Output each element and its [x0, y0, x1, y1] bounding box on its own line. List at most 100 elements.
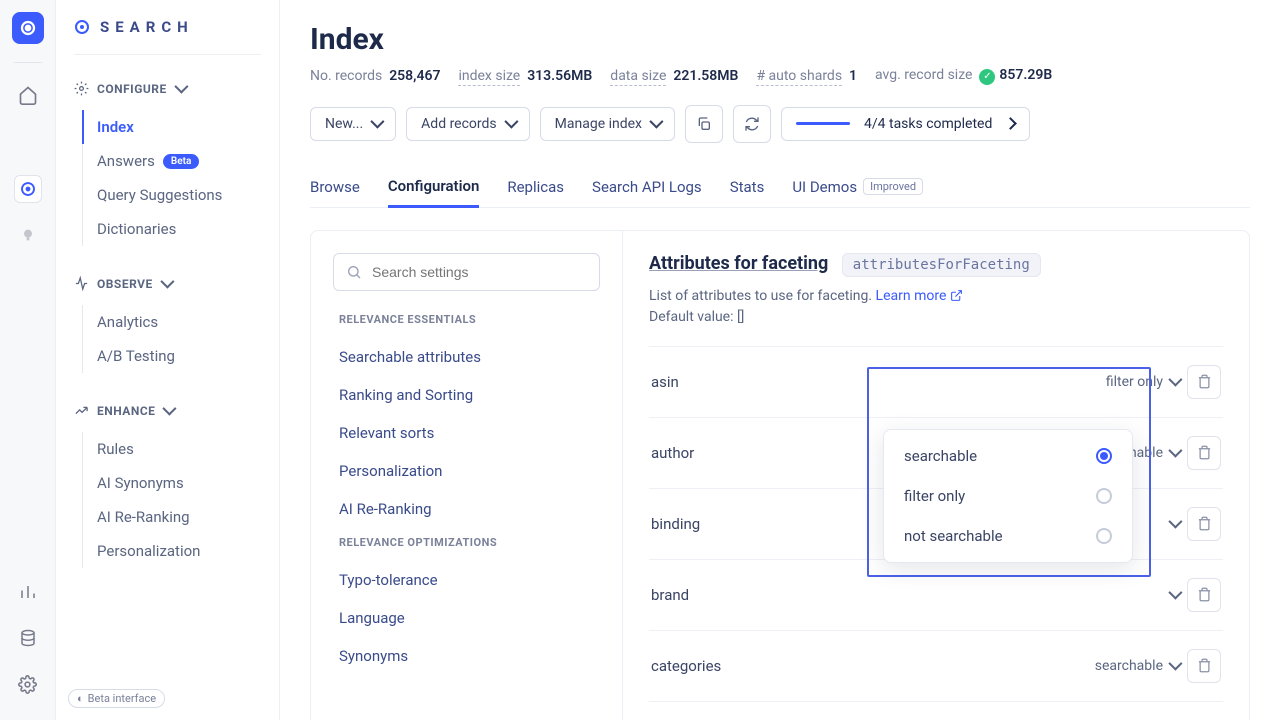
settings-item[interactable]: Searchable attributes — [333, 338, 600, 376]
page-title: Index — [310, 22, 1250, 57]
nav-item[interactable]: Personalization — [83, 534, 279, 568]
database-icon[interactable] — [14, 624, 42, 652]
manage-index-button[interactable]: Manage index — [540, 107, 675, 141]
tasks-status[interactable]: 4/4 tasks completed — [781, 107, 1030, 141]
tab[interactable]: Replicas — [507, 167, 564, 207]
facet-mode-select[interactable]: filter only — [1106, 374, 1179, 390]
main-content: Index No. records 258,467 index size 313… — [280, 0, 1280, 720]
facet-panel: Attributes for faceting attributesForFac… — [623, 231, 1249, 720]
facet-code: attributesForFaceting — [842, 253, 1041, 277]
chevron-down-icon — [371, 116, 381, 132]
learn-more-link[interactable]: Learn more — [876, 288, 963, 304]
facet-row: asin filter only — [649, 346, 1223, 418]
product-brand: SEARCH — [56, 18, 279, 54]
facet-row: brand — [649, 560, 1223, 631]
facet-description: List of attributes to use for faceting. … — [649, 286, 1223, 328]
side-navigation: SEARCH CONFIGURE IndexAnswersBetaQuery S… — [56, 0, 280, 720]
app-rail — [0, 0, 56, 720]
chevron-down-icon — [1169, 516, 1179, 532]
delete-icon[interactable] — [1187, 436, 1221, 470]
settings-category: RELEVANCE OPTIMIZATIONS — [339, 536, 594, 549]
section-observe[interactable]: OBSERVE — [56, 268, 279, 299]
facet-attr-name: asin — [651, 373, 679, 391]
radio-icon — [1096, 528, 1112, 544]
copy-icon[interactable] — [685, 105, 723, 143]
external-link-icon — [950, 289, 963, 302]
chevron-down-icon — [161, 277, 171, 291]
check-icon: ✓ — [979, 69, 995, 85]
settings-category: RELEVANCE ESSENTIALS — [339, 313, 594, 326]
settings-item[interactable]: Relevant sorts — [333, 414, 600, 452]
tab-tag: Improved — [863, 178, 923, 195]
nav-item[interactable]: Rules — [83, 432, 279, 466]
delete-icon[interactable] — [1187, 365, 1221, 399]
nav-item[interactable]: AI Synonyms — [83, 466, 279, 500]
tab[interactable]: Configuration — [388, 167, 480, 208]
facet-row: categories searchable — [649, 631, 1223, 702]
section-enhance[interactable]: ENHANCE — [56, 395, 279, 426]
settings-item[interactable]: Typo-tolerance — [333, 561, 600, 599]
chevron-down-icon — [175, 82, 185, 96]
chevron-down-icon — [650, 116, 660, 132]
home-icon[interactable] — [14, 81, 42, 109]
facet-attr-name: author — [651, 444, 694, 462]
tab[interactable]: Stats — [730, 167, 765, 207]
settings-sidebar: RELEVANCE ESSENTIALS Searchable attribute… — [311, 231, 623, 720]
settings-item[interactable]: Synonyms — [333, 637, 600, 675]
settings-item[interactable]: AI Re-Ranking — [333, 490, 600, 528]
tab[interactable]: UI DemosImproved — [792, 167, 923, 207]
dropdown-option[interactable]: filter only — [890, 476, 1126, 516]
search-settings-input[interactable] — [372, 264, 587, 280]
index-stats: No. records 258,467 index size 313.56MB … — [310, 67, 1250, 85]
delete-icon[interactable] — [1187, 578, 1221, 612]
search-icon — [346, 264, 362, 280]
facet-attr-name: binding — [651, 515, 700, 533]
chevron-down-icon — [1169, 374, 1179, 390]
chevron-right-icon — [1006, 116, 1015, 132]
facet-title: Attributes for faceting — [649, 253, 828, 274]
nav-item[interactable]: AnswersBeta — [83, 144, 279, 178]
nav-item[interactable]: Index — [82, 110, 279, 144]
facet-mode-select[interactable] — [1163, 587, 1179, 603]
tab[interactable]: Search API Logs — [592, 167, 702, 207]
search-product-icon[interactable] — [14, 175, 42, 203]
facet-mode-select[interactable]: searchable — [1095, 658, 1179, 674]
nav-item[interactable]: Dictionaries — [83, 212, 279, 246]
section-configure[interactable]: CONFIGURE — [56, 73, 279, 104]
config-panel: RELEVANCE ESSENTIALS Searchable attribute… — [310, 230, 1250, 720]
suggest-icon[interactable] — [14, 221, 42, 249]
facet-attr-name: brand — [651, 586, 689, 604]
chevron-down-icon — [1169, 658, 1179, 674]
settings-item[interactable]: Ranking and Sorting — [333, 376, 600, 414]
facet-mode-select[interactable] — [1163, 516, 1179, 532]
radio-icon — [1096, 488, 1112, 504]
tabs: Browse Configuration Replicas Search API Lo… — [310, 167, 1250, 208]
nav-item[interactable]: Query Suggestions — [83, 178, 279, 212]
new-button[interactable]: New... — [310, 107, 396, 141]
refresh-icon[interactable] — [733, 105, 771, 143]
chevron-down-icon — [505, 116, 515, 132]
settings-item[interactable]: Personalization — [333, 452, 600, 490]
settings-icon[interactable] — [14, 670, 42, 698]
nav-item[interactable]: A/B Testing — [83, 339, 279, 373]
search-settings[interactable] — [333, 253, 600, 291]
facet-attr-name: categories — [651, 657, 721, 675]
dropdown-option[interactable]: searchable — [890, 436, 1126, 476]
chevron-down-icon — [1169, 587, 1179, 603]
tab[interactable]: Browse — [310, 167, 360, 207]
nav-item[interactable]: Analytics — [83, 305, 279, 339]
beta-interface-badge[interactable]: ◐ Beta interface — [68, 689, 165, 708]
chevron-down-icon — [163, 404, 173, 418]
delete-icon[interactable] — [1187, 649, 1221, 683]
dropdown-option[interactable]: not searchable — [890, 516, 1126, 556]
radio-icon — [1096, 448, 1112, 464]
facet-row: colornot searchable — [649, 702, 1223, 720]
analytics-icon[interactable] — [14, 578, 42, 606]
add-records-button[interactable]: Add records — [406, 107, 529, 141]
delete-icon[interactable] — [1187, 507, 1221, 541]
toolbar: New... Add records Manage index 4/4 task… — [310, 105, 1250, 143]
mode-dropdown: searchablefilter onlynot searchable — [883, 429, 1133, 563]
app-logo[interactable] — [12, 12, 44, 44]
nav-item[interactable]: AI Re-Ranking — [83, 500, 279, 534]
settings-item[interactable]: Language — [333, 599, 600, 637]
